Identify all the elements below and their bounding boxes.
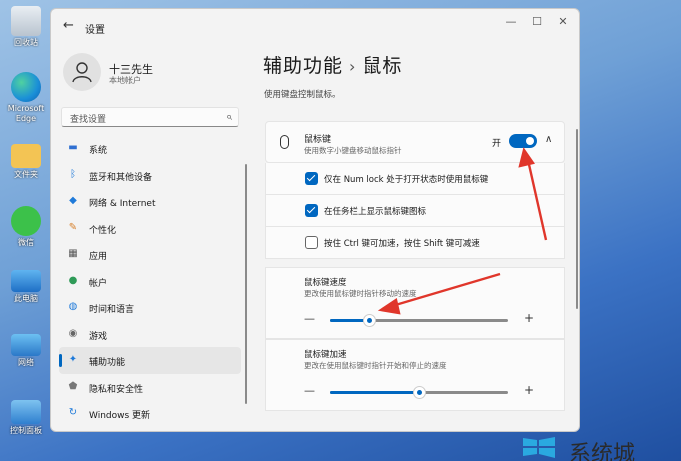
watermark: 系统城 xyxy=(505,432,681,461)
annotation-arrows xyxy=(377,147,548,315)
annotation-arrow-slider xyxy=(377,272,501,315)
watermark-text: 系统城 xyxy=(569,442,636,461)
watermark-logo-icon xyxy=(523,437,555,458)
annotation-arrow-toggle xyxy=(518,147,548,241)
